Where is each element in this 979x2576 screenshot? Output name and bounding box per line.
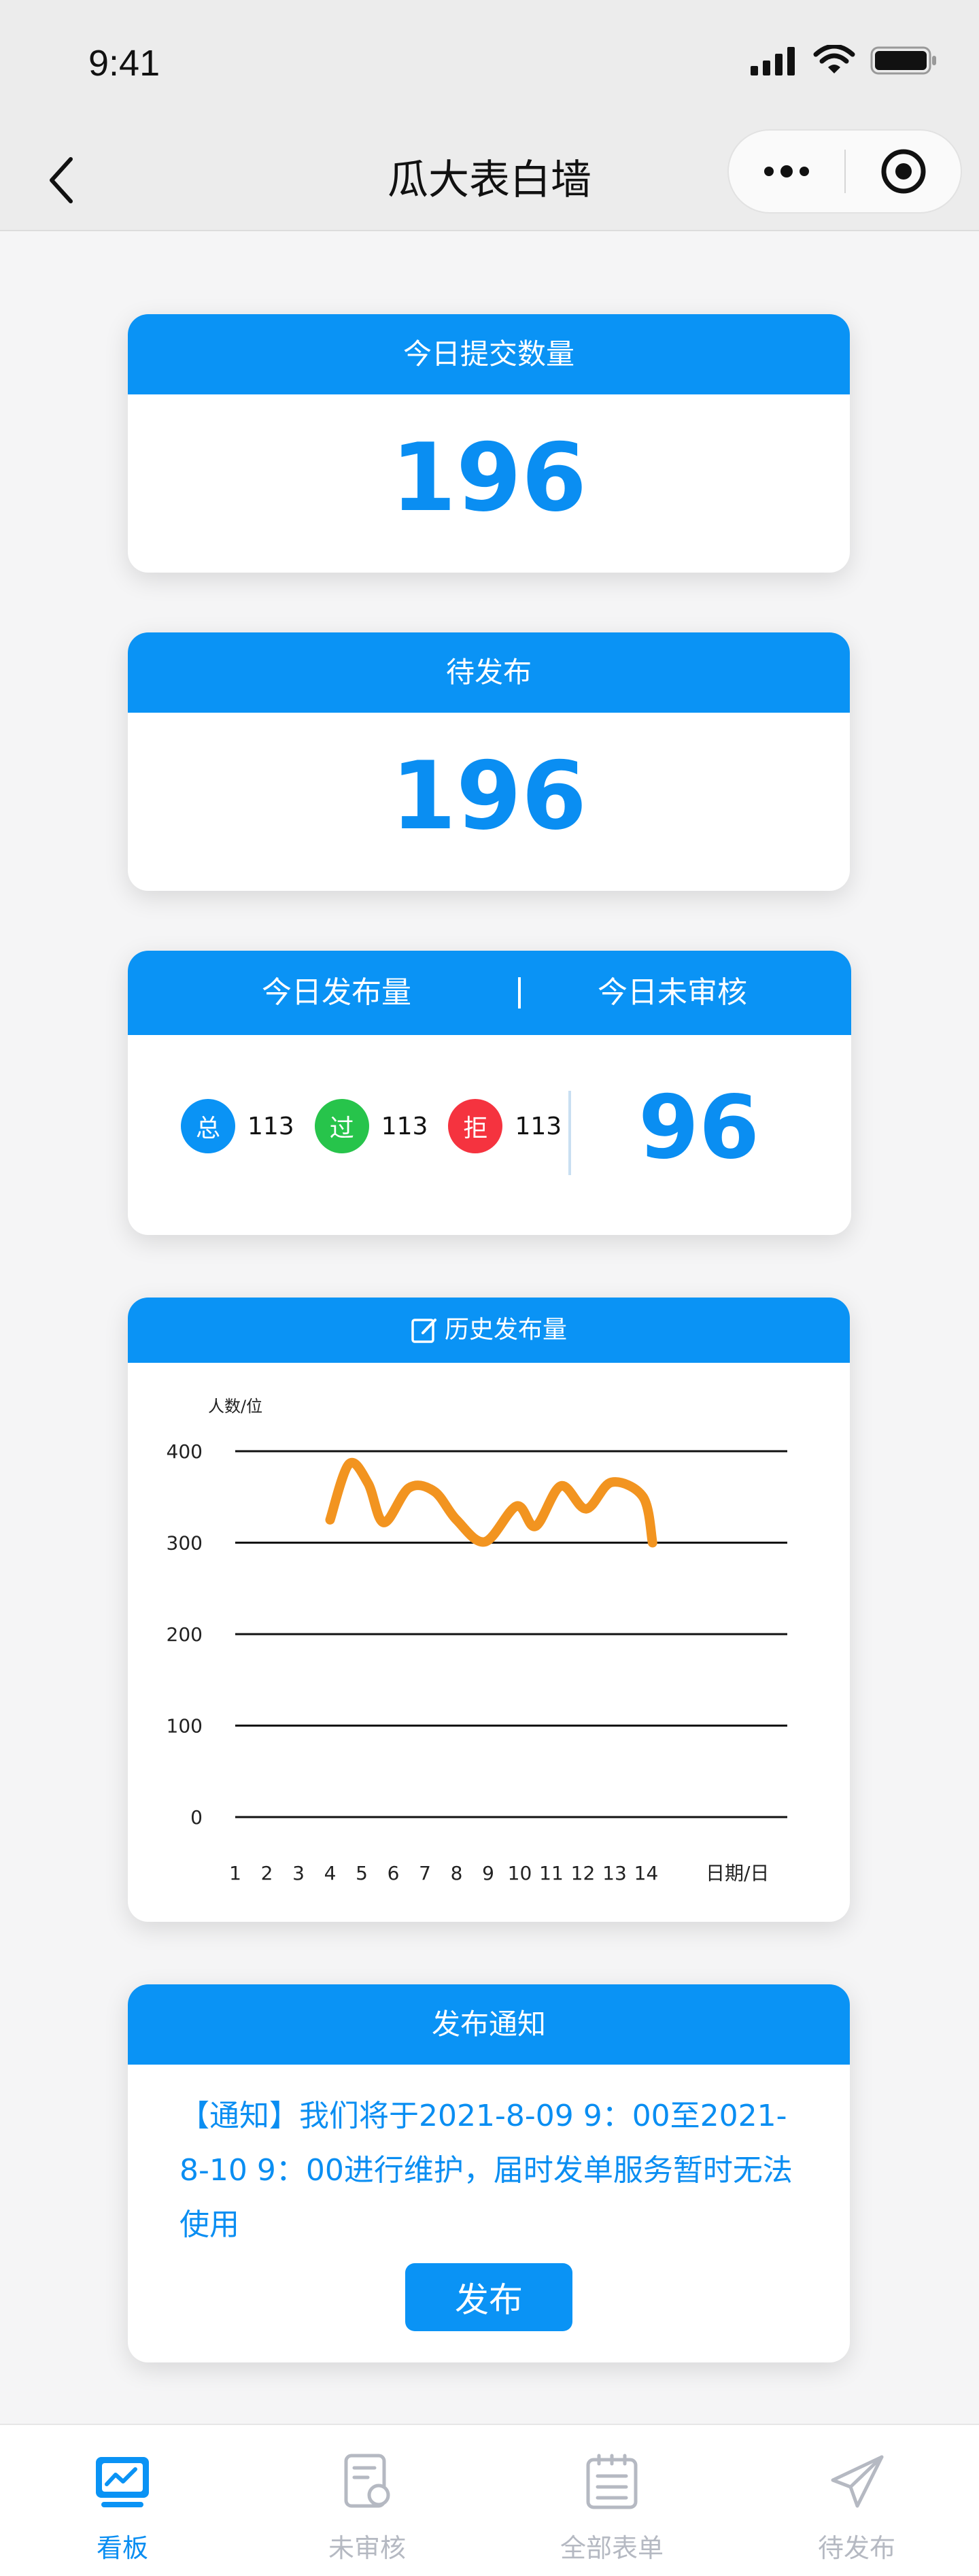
tab-unreviewed[interactable]: 未审核 bbox=[245, 2425, 490, 2576]
total-badge: 总 bbox=[181, 1099, 235, 1153]
status-icons bbox=[751, 45, 938, 76]
card-header: 今日提交数量 bbox=[128, 314, 850, 394]
card-header: 待发布 bbox=[128, 632, 850, 713]
x-tick-label: 14 bbox=[634, 1862, 659, 1884]
passed-count: 113 bbox=[381, 1112, 428, 1140]
today-unreviewed-title: 今日未审核 bbox=[598, 975, 747, 1010]
signal-icon bbox=[751, 47, 795, 75]
to-publish-value: 196 bbox=[390, 741, 587, 851]
x-tick-label: 9 bbox=[482, 1862, 494, 1884]
y-tick-label: 100 bbox=[167, 1715, 203, 1738]
x-tick-label: 5 bbox=[356, 1862, 368, 1884]
stats-divider bbox=[568, 1091, 571, 1175]
x-tick-label: 10 bbox=[508, 1862, 532, 1884]
wifi-icon bbox=[813, 45, 855, 73]
x-tick-label: 3 bbox=[292, 1862, 305, 1884]
history-chart-card: 历史发布量 人数/位 0 100 200 300 400 1 2 3 4 5 6 7 8 9 10 11 12 13… bbox=[128, 1298, 850, 1922]
card-header: 发布通知 bbox=[128, 1984, 850, 2065]
notice-text: 【通知】我们将于2021-8-09 9：00至2021-8-10 9：00进行维… bbox=[179, 2099, 793, 2242]
tab-label: 看板 bbox=[96, 2533, 148, 2563]
rejected-count: 113 bbox=[515, 1112, 562, 1140]
status-bar: 9:41 bbox=[0, 0, 979, 129]
publish-notice-card: 发布通知 【通知】我们将于2021-8-09 9：00至2021-8-10 9：… bbox=[128, 1984, 850, 2362]
card-header: 历史发布量 bbox=[128, 1298, 850, 1363]
status-time: 9:41 bbox=[88, 43, 160, 84]
battery-icon bbox=[870, 46, 936, 75]
passed-badge: 过 bbox=[314, 1099, 369, 1153]
x-tick-label: 2 bbox=[261, 1862, 273, 1884]
dashboard-icon bbox=[91, 2451, 154, 2513]
close-miniprogram-button[interactable] bbox=[846, 131, 961, 212]
today-submissions-card: 今日提交数量 196 bbox=[128, 314, 850, 573]
x-tick-label: 13 bbox=[602, 1862, 627, 1884]
tab-to-publish[interactable]: 待发布 bbox=[734, 2425, 979, 2576]
review-document-icon bbox=[336, 2451, 398, 2513]
series-line bbox=[325, 1457, 657, 1548]
today-stats-card: 今日发布量 今日未审核 总 113 过 113 拒 113 96 bbox=[128, 951, 851, 1235]
today-stats-body: 总 113 过 113 拒 113 96 bbox=[128, 1035, 851, 1235]
card-header: 今日发布量 今日未审核 bbox=[128, 951, 851, 1035]
edit-icon bbox=[411, 1319, 436, 1343]
x-tick-label: 4 bbox=[324, 1862, 337, 1884]
to-publish-card: 待发布 196 bbox=[128, 632, 850, 891]
tab-label: 未审核 bbox=[328, 2533, 406, 2563]
send-icon bbox=[825, 2451, 888, 2513]
tab-dashboard[interactable]: 看板 bbox=[0, 2425, 245, 2576]
rejected-badge: 拒 bbox=[448, 1099, 503, 1153]
x-tick-label: 11 bbox=[539, 1862, 564, 1884]
history-chart-title: 历史发布量 bbox=[444, 1316, 567, 1344]
x-tick-label: 7 bbox=[419, 1862, 431, 1884]
x-tick-label: 8 bbox=[451, 1862, 463, 1884]
form-list-icon bbox=[581, 2451, 643, 2513]
unreviewed-count: 96 bbox=[638, 1077, 760, 1179]
publish-stats: 总 113 过 113 拒 113 bbox=[181, 1099, 582, 1153]
tab-label: 全部表单 bbox=[560, 2533, 664, 2563]
more-button[interactable] bbox=[729, 131, 844, 212]
miniprogram-capsule bbox=[727, 129, 962, 214]
more-dot-icon bbox=[800, 167, 809, 176]
x-tick-label: 1 bbox=[229, 1862, 241, 1884]
x-axis-label: 日期/日 bbox=[706, 1862, 769, 1884]
total-count: 113 bbox=[247, 1112, 294, 1140]
history-chart: 人数/位 0 100 200 300 400 1 2 3 4 5 6 7 8 9 10 11 12 13 14 日期/日 bbox=[128, 1363, 850, 1922]
tab-bar: 看板 未审核 全部表单 待发布 bbox=[0, 2424, 979, 2576]
nav-bar: 瓜大表白墙 bbox=[0, 129, 979, 231]
stat-total: 总 113 bbox=[181, 1099, 294, 1153]
y-axis-label: 人数/位 bbox=[208, 1397, 262, 1416]
x-tick-label: 6 bbox=[388, 1862, 400, 1884]
y-tick-label: 300 bbox=[167, 1532, 203, 1555]
tab-label: 待发布 bbox=[817, 2533, 895, 2563]
publish-button[interactable]: 发布 bbox=[405, 2263, 572, 2331]
today-published-title: 今日发布量 bbox=[262, 975, 411, 1010]
more-dot-icon bbox=[780, 165, 793, 177]
y-tick-label: 400 bbox=[167, 1440, 203, 1463]
today-submissions-value: 196 bbox=[390, 423, 587, 532]
more-dot-icon bbox=[764, 167, 774, 176]
stat-passed: 过 113 bbox=[314, 1099, 428, 1153]
tab-all-forms[interactable]: 全部表单 bbox=[490, 2425, 734, 2576]
target-icon bbox=[881, 149, 925, 194]
stat-rejected: 拒 113 bbox=[448, 1099, 562, 1153]
y-tick-label: 200 bbox=[167, 1623, 203, 1646]
y-tick-label: 0 bbox=[190, 1806, 203, 1829]
x-tick-label: 12 bbox=[571, 1862, 596, 1884]
line-chart: 人数/位01002003004001 2 3 4 5 6 7 8 9 10 11 12 13 14 日期/日 bbox=[167, 1397, 787, 1884]
